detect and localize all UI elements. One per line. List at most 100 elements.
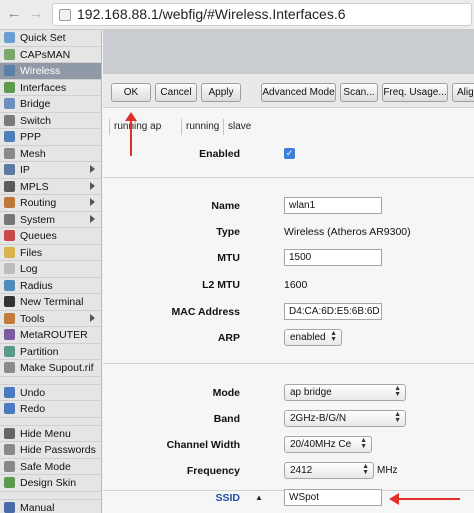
- sidebar-item-routing[interactable]: Routing: [0, 195, 101, 212]
- sidebar-item-mpls[interactable]: MPLS: [0, 179, 101, 195]
- queues-icon: [4, 230, 15, 241]
- channel-width-select[interactable]: 20/40MHz Ce ▲ ▼: [284, 436, 372, 453]
- sidebar-item-wireless[interactable]: Wireless: [0, 63, 101, 80]
- mode-select-value: ap bridge: [290, 387, 332, 398]
- switch-icon: [4, 114, 15, 126]
- band-select[interactable]: 2GHz-B/G/N ▲ ▼: [284, 410, 406, 427]
- mac-label: MAC Address: [171, 306, 240, 318]
- divider: [103, 177, 474, 178]
- cancel-button[interactable]: Cancel: [155, 83, 197, 102]
- align-button[interactable]: Align: [452, 83, 474, 102]
- system-icon: [4, 213, 15, 225]
- enabled-row: Enabled ✓: [103, 142, 474, 168]
- sidebar-item-label: Radius: [20, 279, 53, 292]
- page-icon: [59, 9, 71, 21]
- sidebar-item-partition[interactable]: Partition: [0, 344, 101, 360]
- sidebar-item-undo[interactable]: Undo: [0, 385, 101, 401]
- mode-label: Mode: [212, 387, 240, 399]
- arp-row: ARP enabled ▲ ▼: [103, 326, 474, 352]
- sidebar-item-label: CAPsMAN: [20, 48, 71, 61]
- l2mtu-label: L2 MTU: [202, 279, 240, 291]
- bridge-icon: [4, 98, 15, 109]
- sidebar-item-label: Log: [20, 263, 38, 275]
- apply-button[interactable]: Apply: [201, 83, 241, 102]
- sidebar-item-label: Wireless: [20, 65, 61, 77]
- type-row: Type Wireless (Atheros AR9300): [103, 220, 474, 246]
- sidebar-item-quick-set[interactable]: Quick Set: [0, 30, 101, 47]
- mac-input[interactable]: D4:CA:6D:E5:6B:6D: [284, 303, 382, 320]
- mesh-icon: [4, 147, 15, 159]
- sidebar-item-new-terminal[interactable]: New Terminal: [0, 294, 101, 311]
- submenu-arrow-icon: [90, 181, 95, 190]
- select-arrows-icon: ▲ ▼: [394, 411, 401, 424]
- sidebar-item-tools[interactable]: Tools: [0, 311, 101, 327]
- sidebar-separator: [0, 417, 101, 426]
- sidebar-item-hide-menu[interactable]: Hide Menu: [0, 426, 101, 442]
- sidebar-item-label: Design Skin: [20, 477, 77, 489]
- back-arrow-icon[interactable]: ←: [6, 6, 22, 22]
- status-bar: running ap running slave: [107, 119, 474, 135]
- sidebar-item-metarouter[interactable]: MetaROUTER: [0, 327, 101, 344]
- forward-arrow-icon[interactable]: →: [28, 6, 44, 22]
- tools-icon: [4, 312, 15, 324]
- frequency-select[interactable]: 2412 ▲ ▼: [284, 462, 374, 479]
- sidebar-item-system[interactable]: System: [0, 212, 101, 228]
- sidebar-item-label: Files: [20, 246, 43, 259]
- sidebar-item-hide-passwords[interactable]: Hide Passwords: [0, 442, 101, 459]
- sidebar-item-label: Switch: [20, 114, 51, 127]
- submenu-arrow-icon: [90, 313, 95, 322]
- mtu-row: MTU 1500: [103, 246, 474, 272]
- url-text[interactable]: 192.168.88.1/webfig/#Wireless.Interfaces…: [77, 6, 346, 22]
- mode-select[interactable]: ap bridge ▲ ▼: [284, 384, 406, 401]
- sidebar-item-label: System: [20, 213, 56, 226]
- enabled-checkbox[interactable]: ✓: [284, 148, 295, 159]
- design-skin-icon: [4, 477, 15, 488]
- sidebar-item-files[interactable]: Files: [0, 245, 101, 261]
- url-field[interactable]: 192.168.88.1/webfig/#Wireless.Interfaces…: [52, 3, 472, 26]
- log-icon: [4, 263, 15, 274]
- mode-row: Mode ap bridge ▲ ▼: [103, 381, 474, 407]
- manual-icon: [4, 501, 15, 513]
- ssid-input[interactable]: WSpot: [284, 489, 382, 506]
- select-arrows-icon: ▲ ▼: [362, 463, 369, 476]
- frequency-select-value: 2412: [290, 465, 313, 476]
- sidebar-item-manual[interactable]: Manual: [0, 500, 101, 513]
- sidebar-item-mesh[interactable]: Mesh: [0, 146, 101, 162]
- sidebar-item-bridge[interactable]: Bridge: [0, 96, 101, 113]
- advanced-mode-button[interactable]: Advanced Mode: [261, 83, 336, 102]
- sidebar-item-label: Quick Set: [20, 32, 66, 44]
- sidebar-item-ip[interactable]: IP: [0, 162, 101, 179]
- sidebar-item-label: MetaROUTER: [20, 329, 88, 341]
- sidebar-item-interfaces[interactable]: Interfaces: [0, 80, 101, 96]
- undo-icon: [4, 386, 15, 398]
- scan-button[interactable]: Scan...: [340, 83, 378, 102]
- mtu-label: MTU: [217, 252, 240, 264]
- sidebar-item-design-skin[interactable]: Design Skin: [0, 475, 101, 492]
- submenu-arrow-icon: [90, 198, 95, 206]
- sidebar-item-log[interactable]: Log: [0, 261, 101, 278]
- arp-select[interactable]: enabled ▲ ▼: [284, 329, 342, 346]
- freq-usage-button[interactable]: Freq. Usage...: [382, 83, 448, 102]
- sidebar-item-label: IP: [20, 164, 30, 176]
- sidebar-item-radius[interactable]: Radius: [0, 278, 101, 294]
- sidebar-item-capsman[interactable]: CAPsMAN: [0, 47, 101, 63]
- sidebar-item-make-supout-rif[interactable]: Make Supout.rif: [0, 360, 101, 377]
- sidebar-item-label: Routing: [20, 197, 57, 209]
- sidebar-item-redo[interactable]: Redo: [0, 401, 101, 418]
- sidebar-item-label: Manual: [20, 501, 55, 513]
- sidebar-item-queues[interactable]: Queues: [0, 228, 101, 245]
- sidebar-item-label: Mesh: [20, 147, 46, 160]
- ok-button[interactable]: OK: [111, 83, 151, 102]
- radius-icon: [4, 279, 15, 291]
- status-running: running: [181, 119, 223, 135]
- supout-icon: [4, 362, 15, 373]
- sidebar-item-label: Undo: [20, 386, 46, 399]
- sidebar-item-switch[interactable]: Switch: [0, 113, 101, 129]
- collapse-triangle-icon[interactable]: ▲: [255, 493, 263, 502]
- safe-mode-icon: [4, 460, 15, 472]
- sidebar-item-safe-mode[interactable]: Safe Mode: [0, 459, 101, 475]
- mtu-input[interactable]: 1500: [284, 249, 382, 266]
- sidebar-item-ppp[interactable]: PPP: [0, 129, 101, 146]
- name-input[interactable]: wlan1: [284, 197, 382, 214]
- sidebar-item-label: Tools: [20, 312, 45, 325]
